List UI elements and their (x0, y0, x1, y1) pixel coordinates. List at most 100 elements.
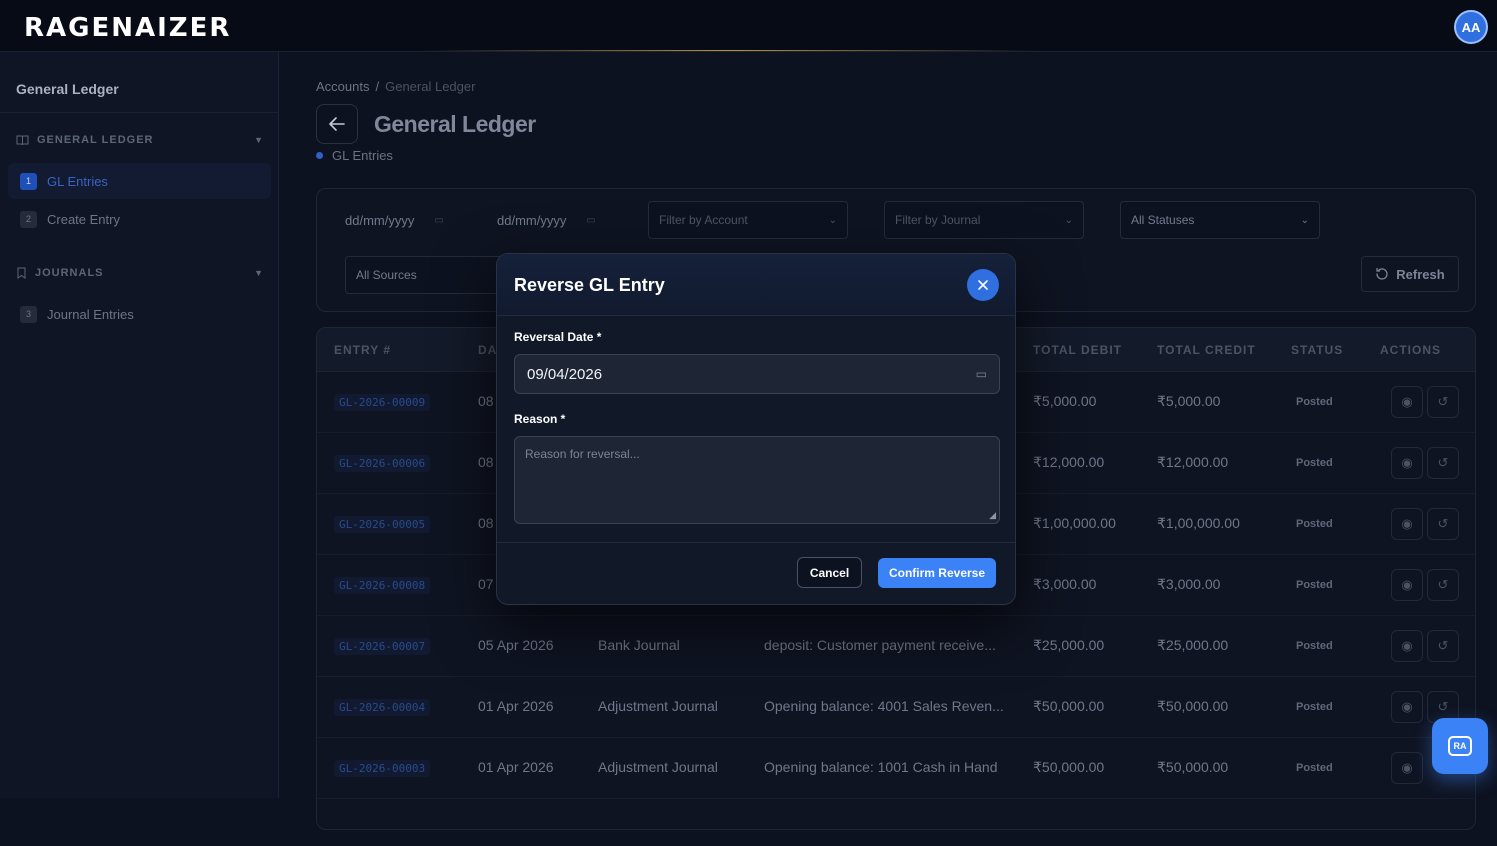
view-button[interactable]: ◉ (1391, 752, 1423, 784)
bookmark-icon (17, 267, 26, 279)
status-dot-icon (316, 152, 323, 159)
column-header-date: DA (478, 343, 498, 357)
table-row[interactable]: GL-2026-00003 01 Apr 2026 Adjustment Jou… (317, 738, 1475, 799)
entry-debit: ₹3,000.00 (1033, 576, 1097, 592)
sidebar-item-create-entry[interactable]: 2 Create Entry (8, 201, 271, 237)
column-header-entry: ENTRY # (334, 343, 392, 357)
date-from-placeholder: dd/mm/yyyy (345, 212, 415, 228)
reverse-button[interactable]: ↺ (1427, 508, 1459, 540)
date-to-input[interactable]: dd/mm/yyyy ▭ (497, 201, 596, 239)
sidebar-item-label: GL Entries (47, 173, 108, 189)
journal-filter-select[interactable]: Filter by Journal ⌄ (884, 201, 1084, 239)
reason-placeholder: Reason for reversal... (525, 447, 640, 461)
entry-date: 01 Apr 2026 (478, 698, 554, 714)
sidebar-item-journal-entries[interactable]: 3 Journal Entries (8, 296, 271, 332)
view-button[interactable]: ◉ (1391, 630, 1423, 662)
sidebar-divider (0, 112, 279, 113)
sidebar-item-label: Journal Entries (47, 306, 134, 322)
chevron-down-icon: ⌄ (1064, 214, 1073, 226)
entry-date: 05 Apr 2026 (478, 637, 554, 653)
column-header-actions: ACTIONS (1380, 343, 1441, 357)
reverse-button[interactable]: ↺ (1427, 569, 1459, 601)
refresh-label: Refresh (1396, 266, 1445, 282)
view-button[interactable]: ◉ (1391, 508, 1423, 540)
status-badge: Posted (1296, 396, 1333, 408)
reversal-date-value: 09/04/2026 (527, 365, 603, 383)
view-button[interactable]: ◉ (1391, 691, 1423, 723)
item-number-badge: 1 (20, 172, 37, 190)
resize-handle-icon[interactable]: ◢ (989, 510, 996, 521)
column-header-total-debit: TOTAL DEBIT (1033, 343, 1122, 357)
entry-id-link[interactable]: GL-2026-00007 (334, 638, 431, 655)
reverse-button[interactable]: ↺ (1427, 386, 1459, 418)
reason-textarea[interactable]: Reason for reversal... ◢ (514, 436, 1000, 524)
entry-debit: ₹1,00,000.00 (1033, 515, 1116, 531)
item-number-badge: 3 (20, 305, 37, 323)
column-header-status: STATUS (1291, 343, 1344, 357)
reverse-button[interactable]: ↺ (1427, 630, 1459, 662)
eye-icon: ◉ (1401, 455, 1413, 470)
entry-description: Opening balance: 4001 Sales Reven... (764, 698, 1004, 714)
eye-icon: ◉ (1401, 760, 1413, 775)
confirm-reverse-button[interactable]: Confirm Reverse (878, 558, 996, 588)
entry-id-link[interactable]: GL-2026-00009 (334, 394, 431, 411)
sidebar-section-journals[interactable]: JOURNALS ▼ (16, 267, 264, 279)
user-avatar[interactable]: AA (1454, 10, 1488, 44)
back-button[interactable] (316, 104, 358, 144)
refresh-button[interactable]: Refresh (1361, 256, 1459, 292)
status-badge: Posted (1296, 701, 1333, 713)
view-button[interactable]: ◉ (1391, 569, 1423, 601)
breadcrumb-current: General Ledger (385, 79, 476, 94)
entry-id-link[interactable]: GL-2026-00005 (334, 516, 431, 533)
caret-down-icon: ▼ (254, 135, 264, 145)
entry-debit: ₹50,000.00 (1033, 759, 1105, 775)
header-glow-line (420, 50, 1040, 51)
entry-id-link[interactable]: GL-2026-00008 (334, 577, 431, 594)
entry-id-link[interactable]: GL-2026-00004 (334, 699, 431, 716)
close-icon (978, 280, 988, 290)
journal-filter-placeholder: Filter by Journal (895, 213, 981, 227)
assistant-icon: RA (1448, 736, 1472, 756)
assistant-fab-button[interactable]: RA (1432, 718, 1488, 774)
view-button[interactable]: ◉ (1391, 447, 1423, 479)
eye-icon: ◉ (1401, 699, 1413, 714)
sidebar: General Ledger GENERAL LEDGER ▼ 1 GL Ent… (0, 52, 279, 798)
chevron-down-icon: ⌄ (1300, 214, 1309, 226)
table-row[interactable]: GL-2026-00004 01 Apr 2026 Adjustment Jou… (317, 677, 1475, 738)
undo-icon: ↺ (1437, 394, 1449, 409)
breadcrumb-separator: / (375, 79, 380, 94)
calendar-icon[interactable]: ▭ (976, 367, 987, 381)
column-header-total-credit: TOTAL CREDIT (1157, 343, 1256, 357)
reversal-date-input[interactable]: 09/04/2026 ▭ (514, 354, 1000, 394)
sidebar-section-general-ledger[interactable]: GENERAL LEDGER ▼ (16, 134, 264, 146)
entry-credit: ₹25,000.00 (1157, 637, 1229, 653)
date-from-input[interactable]: dd/mm/yyyy ▭ (345, 201, 444, 239)
refresh-icon (1376, 267, 1388, 280)
page-subtitle: GL Entries (316, 148, 393, 163)
reverse-button[interactable]: ↺ (1427, 447, 1459, 479)
eye-icon: ◉ (1401, 516, 1413, 531)
view-button[interactable]: ◉ (1391, 386, 1423, 418)
dialog-footer-divider (497, 542, 1015, 543)
app-logo[interactable]: RAGENAIZER (24, 13, 231, 43)
entry-debit: ₹5,000.00 (1033, 393, 1097, 409)
table-row[interactable]: GL-2026-00007 05 Apr 2026 Bank Journal d… (317, 616, 1475, 677)
account-filter-select[interactable]: Filter by Account ⌄ (648, 201, 848, 239)
breadcrumb-parent-link[interactable]: Accounts (316, 79, 369, 94)
close-button[interactable] (967, 269, 999, 301)
entry-date: 01 Apr 2026 (478, 759, 554, 775)
cancel-button[interactable]: Cancel (797, 557, 862, 588)
top-bar: RAGENAIZER AA (0, 0, 1497, 52)
status-badge: Posted (1296, 457, 1333, 469)
undo-icon: ↺ (1437, 638, 1449, 653)
status-badge: Posted (1296, 579, 1333, 591)
entry-id-link[interactable]: GL-2026-00006 (334, 455, 431, 472)
sidebar-item-label: Create Entry (47, 211, 120, 227)
status-filter-select[interactable]: All Statuses ⌄ (1120, 201, 1320, 239)
dialog-header: Reverse GL Entry (497, 254, 1015, 316)
entry-credit: ₹3,000.00 (1157, 576, 1221, 592)
sidebar-item-gl-entries[interactable]: 1 GL Entries (8, 163, 271, 199)
entry-id-link[interactable]: GL-2026-00003 (334, 760, 431, 777)
entry-credit: ₹50,000.00 (1157, 698, 1229, 714)
undo-icon: ↺ (1437, 699, 1449, 714)
